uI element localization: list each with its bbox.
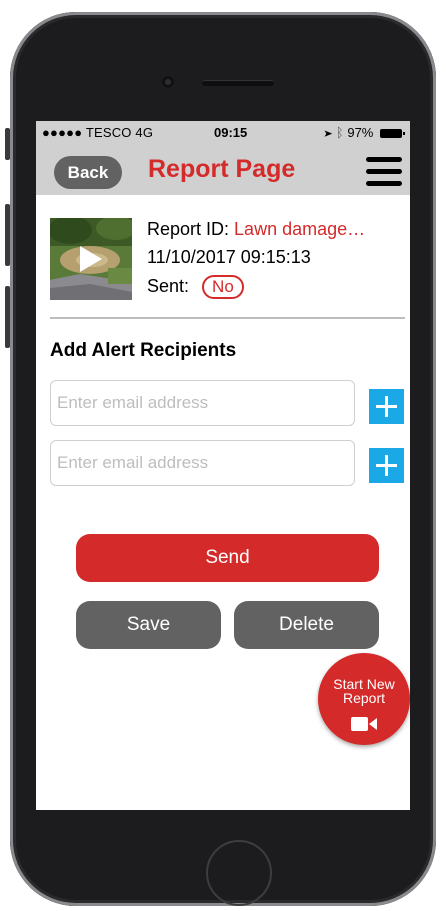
delete-button[interactable]: Delete [234,601,379,649]
volume-down-button [5,286,10,348]
status-bar: ●●●●● TESCO 4G 09:15 ➤ ᛒ 97% [36,121,410,143]
video-thumbnail[interactable] [50,218,132,300]
report-id-line: Report ID: Lawn damage… [147,219,365,240]
back-button[interactable]: Back [54,156,122,189]
report-datetime: 11/10/2017 09:15:13 [147,247,311,267]
mute-switch [5,128,10,160]
start-new-report-button[interactable]: Start New Report [318,653,410,745]
front-camera [162,76,174,88]
report-id-label: Report ID: [147,219,230,239]
email-field-1[interactable] [50,380,355,426]
add-recipient-button-2[interactable] [369,448,404,483]
save-button[interactable]: Save [76,601,221,649]
sent-label: Sent: [147,276,190,296]
email-field-2[interactable] [50,440,355,486]
battery-percent: 97% [347,125,374,140]
status-time: 09:15 [214,125,248,140]
carrier-signal: ●●●●● TESCO 4G [42,125,154,140]
volume-up-button [5,204,10,266]
play-icon [80,246,102,272]
add-recipient-button-1[interactable] [369,389,404,424]
nav-bar: Back Report Page [36,143,410,195]
battery-icon [380,129,405,138]
fab-label-line2: Report [342,690,386,706]
fab-label: Start New Report [318,677,410,705]
send-button[interactable]: Send [76,534,379,582]
bluetooth-icon: ᛒ [335,125,344,140]
status-right: ➤ ᛒ 97% [324,125,405,140]
app-screen: ●●●●● TESCO 4G 09:15 ➤ ᛒ 97% Back Report… [36,121,410,810]
fab-label-line1: Start New [333,676,395,692]
video-camera-icon [351,717,377,731]
page-title: Report Page [148,155,296,183]
sent-status-badge: No [202,275,244,299]
report-id-value: Lawn damage… [234,219,366,239]
hamburger-menu-icon[interactable] [366,157,402,187]
sent-line: Sent: No [147,275,244,299]
earpiece-speaker [202,80,274,86]
recipients-heading: Add Alert Recipients [50,340,237,361]
home-button[interactable] [206,840,272,906]
divider [50,317,405,319]
location-arrow-icon: ➤ [324,125,333,140]
